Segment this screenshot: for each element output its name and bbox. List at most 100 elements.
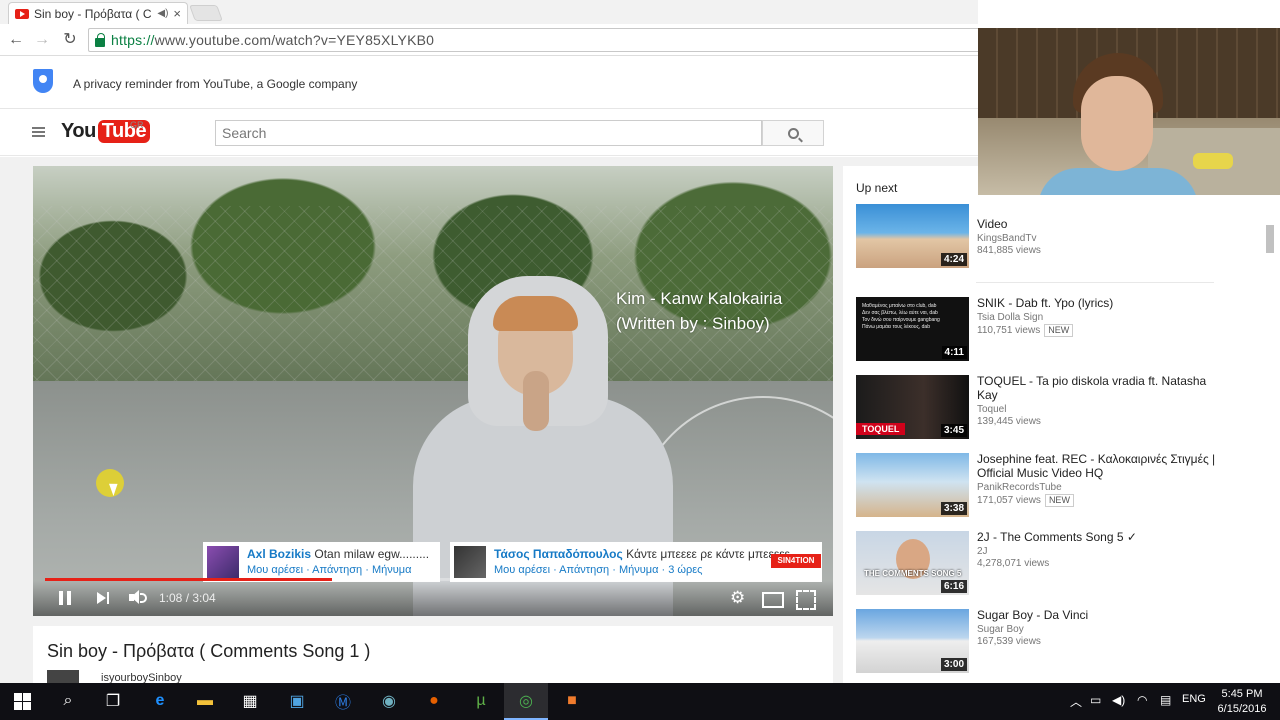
utorrent-icon[interactable]: µ (469, 689, 493, 713)
channel-tag: SIN4TION (771, 554, 821, 568)
app-m-icon[interactable]: Ⓜ (331, 689, 355, 713)
time-display: 1:08 / 3:04 (159, 591, 216, 605)
back-arrow-icon[interactable]: ← (6, 30, 26, 50)
url-text: https://www.youtube.com/watch?v=YEY85XLY… (111, 32, 435, 48)
recommended-video-title[interactable]: 2J - The Comments Song 5 ✓ (977, 530, 1222, 544)
country-code: GR (130, 120, 144, 130)
next-button[interactable] (97, 589, 111, 607)
recommended-video[interactable]: 4:24 Video KingsBandTv 841,885 views (856, 204, 1226, 268)
battery-icon[interactable]: ▭ (1090, 693, 1101, 707)
video-thumbnail[interactable]: 4:24 (856, 204, 969, 268)
recommended-video-title[interactable]: TOQUEL - Ta pio diskola vradia ft. Natas… (977, 374, 1222, 402)
reload-icon[interactable]: ↻ (60, 30, 80, 50)
recommended-video[interactable]: THE COMMENTS SONG 5 6:16 2J - The Commen… (856, 530, 1226, 595)
windows-taskbar: ⌕ ❐ e ▬ ▦ ▣ Ⓜ ◉ ● µ ◎ ■ ︿ ▭ ◀) ◠ ▤ ENG 5… (0, 683, 1280, 720)
taskbar-clock[interactable]: 5:45 PM 6/15/2016 (1212, 687, 1272, 717)
view-count: 4,278,071 views (977, 558, 1050, 569)
video-thumbnail[interactable]: TOQUEL 3:45 (856, 375, 969, 439)
notifications-icon[interactable]: ▤ (1160, 693, 1171, 707)
new-tab-button[interactable] (189, 5, 223, 21)
close-tab-icon[interactable]: × (173, 6, 181, 21)
audio-playing-icon: ◀) (157, 8, 169, 19)
recommended-channel: Tsia Dolla Sign (977, 312, 1044, 323)
firefox-icon[interactable]: ● (422, 689, 446, 713)
store-icon[interactable]: ▦ (238, 689, 262, 713)
video-player[interactable]: Kim - Kanw Kalokairia (Written by : Sinb… (33, 166, 833, 616)
browser-tab[interactable]: Sin boy - Πρόβατα ( C ◀) × (8, 2, 188, 24)
video-thumbnail[interactable]: THE COMMENTS SONG 5 6:16 (856, 531, 969, 595)
search-icon (787, 127, 799, 139)
video-comment-card: Τάσος Παπαδόπουλος Κάντε μπεεεε ρε κάντε… (450, 542, 822, 582)
pause-button[interactable] (59, 589, 71, 607)
fullscreen-button[interactable] (796, 589, 816, 610)
browser-tab-bar: Sin boy - Πρόβατα ( C ◀) × (0, 0, 978, 24)
privacy-reminder-banner: A privacy reminder from YouTube, a Googl… (0, 57, 978, 109)
duration-badge: 3:45 (940, 424, 967, 437)
recommended-video-title[interactable]: Sugar Boy - Da Vinci (977, 608, 1222, 622)
webcam-overlay (978, 28, 1280, 195)
chrome-icon[interactable]: ◎ (504, 683, 548, 720)
view-count: 110,751 views (977, 325, 1041, 336)
volume-icon[interactable] (129, 589, 147, 607)
search-icon[interactable]: ⌕ (56, 689, 80, 713)
duration-badge: 3:00 (940, 658, 967, 671)
speaker-icon[interactable]: ◀) (1112, 693, 1125, 707)
recommended-channel: KingsBandTv (977, 233, 1037, 244)
video-title: Sin boy - Πρόβατα ( Comments Song 1 ) (47, 641, 371, 661)
avatar (207, 546, 239, 578)
show-hidden-icons[interactable]: ︿ (1070, 693, 1082, 710)
duration-badge: 4:24 (940, 253, 967, 266)
theater-mode-button[interactable] (762, 589, 784, 608)
duration-badge: 6:16 (940, 580, 967, 593)
recommended-video[interactable]: TOQUEL 3:45 TOQUEL - Ta pio diskola vrad… (856, 374, 1226, 439)
avatar (454, 546, 486, 578)
video-info-panel: Sin boy - Πρόβατα ( Comments Song 1 ) is… (33, 626, 833, 684)
privacy-reminder-text[interactable]: A privacy reminder from YouTube, a Googl… (73, 77, 357, 91)
page-scrollbar-area (1232, 195, 1280, 683)
video-thumbnail[interactable]: 3:00 (856, 609, 969, 673)
recorder-app-icon[interactable]: ■ (560, 689, 584, 713)
menu-icon[interactable] (32, 127, 45, 139)
video-caption-overlay: Kim - Kanw Kalokairia (Written by : Sinb… (616, 289, 783, 333)
up-next-heading: Up next (856, 181, 898, 195)
language-indicator[interactable]: ENG (1182, 693, 1206, 705)
lock-icon (95, 32, 105, 47)
view-count: 171,057 views (977, 495, 1041, 506)
progress-fill (45, 578, 333, 581)
recommended-channel: Sugar Boy (977, 624, 1024, 635)
settings-gear-icon[interactable] (730, 589, 746, 607)
forward-arrow-icon[interactable]: → (32, 30, 52, 50)
search-input[interactable]: Search (215, 120, 762, 146)
view-count: 167,539 views (977, 636, 1041, 647)
search-button[interactable] (762, 120, 824, 146)
app-circle-icon[interactable]: ◉ (377, 689, 401, 713)
address-bar[interactable]: https://www.youtube.com/watch?v=YEY85XLY… (88, 28, 978, 52)
duration-badge: 4:11 (941, 346, 967, 359)
youtube-favicon-icon (15, 8, 29, 19)
recommended-video-title[interactable]: SNIK - Dab ft. Ypo (lyrics) (977, 296, 1222, 310)
recommended-video[interactable]: 3:00 Sugar Boy - Da Vinci Sugar Boy 167,… (856, 608, 1226, 673)
webcam-person (1081, 76, 1153, 171)
task-view-icon[interactable]: ❐ (101, 689, 125, 713)
file-explorer-icon[interactable]: ▬ (193, 689, 217, 713)
recommended-video-title[interactable]: Video (977, 203, 1222, 231)
computer-icon[interactable]: ▣ (285, 689, 309, 713)
up-next-sidebar: Up next 4:24 Video KingsBandTv 841,885 v… (843, 166, 1232, 683)
channel-avatar[interactable] (47, 670, 79, 684)
progress-bar[interactable] (45, 578, 821, 581)
tab-title: Sin boy - Πρόβατα ( C (34, 6, 152, 21)
video-thumbnail[interactable]: 3:38 (856, 453, 969, 517)
recommended-video-title[interactable]: Josephine feat. REC - Καλοκαιρινές Στιγμ… (977, 452, 1222, 480)
recommended-video[interactable]: Μαθαμένος μπαίνω στο club, dab Δεν σας β… (856, 296, 1226, 361)
video-comment-card: Axl Bozikis Otan milaw egw......... Μου … (203, 542, 440, 582)
edge-browser-icon[interactable]: e (148, 689, 172, 713)
view-count: 841,885 views (977, 245, 1041, 256)
wifi-icon[interactable]: ◠ (1137, 693, 1147, 707)
recommended-video[interactable]: 3:38 Josephine feat. REC - Καλοκαιρινές … (856, 452, 1226, 517)
start-button[interactable] (10, 689, 34, 713)
windows-logo-icon (13, 692, 31, 710)
video-thumbnail[interactable]: Μαθαμένος μπαίνω στο club, dab Δεν σας β… (856, 297, 969, 361)
youtube-masthead: You Tube GR Search (0, 110, 978, 156)
new-badge: NEW (1044, 324, 1074, 337)
scrollbar-thumb[interactable] (1266, 225, 1274, 253)
